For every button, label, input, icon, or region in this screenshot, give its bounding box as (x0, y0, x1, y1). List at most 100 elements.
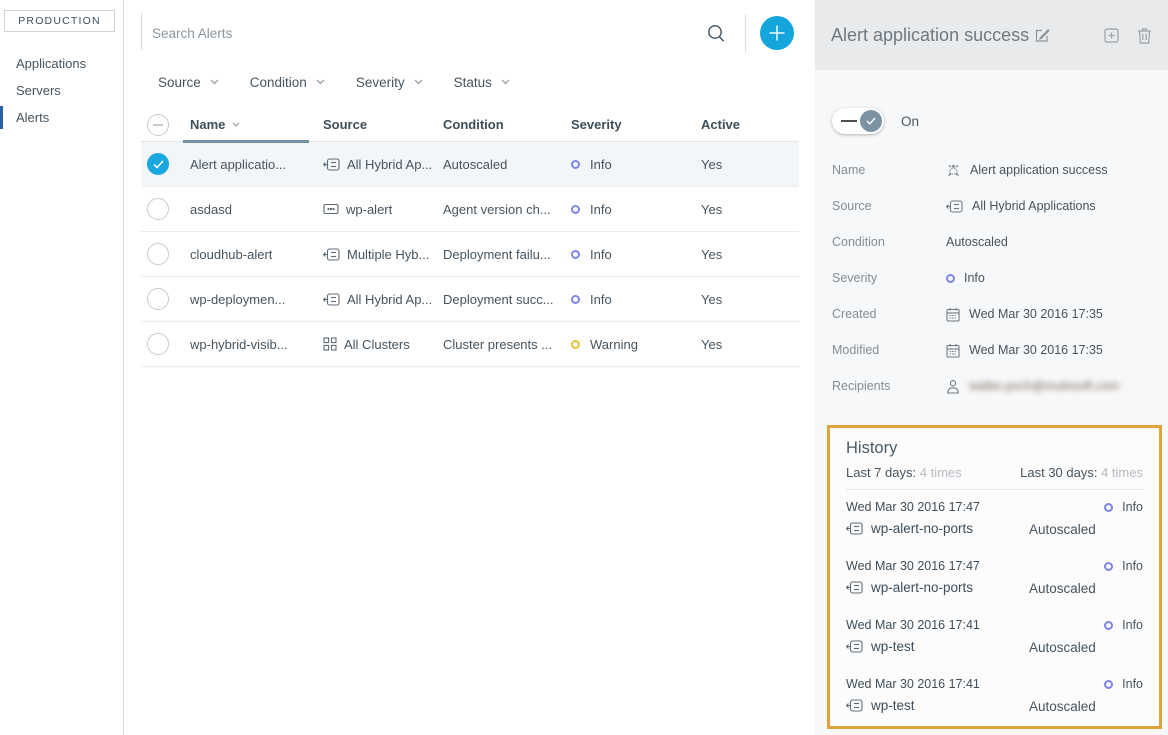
check-icon (153, 160, 164, 169)
sidebar-nav: Applications Servers Alerts (0, 50, 123, 131)
environment-label: PRODUCTION (18, 15, 101, 27)
alert-active: Yes (701, 202, 722, 217)
filter-label: Severity (356, 75, 405, 90)
field-recipients: Recipients walter.poch@mulesoft.com (832, 368, 1152, 404)
detail-title: Alert application success (831, 25, 1050, 46)
history-app: wp-test (871, 639, 915, 654)
column-header-name[interactable]: Name (183, 117, 323, 132)
history-date: Wed Mar 30 2016 17:47 (846, 500, 980, 514)
sidebar-item-alerts[interactable]: Alerts (0, 104, 123, 131)
field-label: Recipients (832, 379, 946, 393)
row-checkbox[interactable] (147, 243, 169, 265)
application-icon (323, 158, 340, 171)
edit-pencil-icon (1035, 28, 1050, 43)
alert-condition: Autoscaled (443, 157, 507, 172)
sidebar-item-servers[interactable]: Servers (0, 77, 123, 104)
history-last7-value: 4 times (920, 465, 962, 480)
history-app: wp-test (871, 698, 915, 713)
divider (745, 14, 746, 52)
severity-info-icon (1104, 562, 1113, 571)
column-header-condition[interactable]: Condition (443, 117, 571, 132)
field-value-severity: Info (964, 271, 985, 285)
history-severity: Info (1122, 559, 1143, 573)
alert-condition: Agent version ch... (443, 202, 551, 217)
field-label: Source (832, 199, 946, 213)
history-condition: Autoscaled (1029, 581, 1096, 596)
column-label: Name (190, 117, 225, 132)
duplicate-alert-button[interactable] (1103, 27, 1120, 44)
column-header-active[interactable]: Active (701, 117, 799, 132)
history-last30-label: Last 30 days: (1020, 465, 1097, 480)
application-icon (846, 581, 863, 594)
table-row[interactable]: asdasd wp-alert Agent version ch... Info… (141, 187, 799, 232)
history-condition: Autoscaled (1029, 640, 1096, 655)
table-row[interactable]: Alert applicatio... All Hybrid Ap... Aut… (141, 142, 799, 187)
field-value-source: All Hybrid Applications (972, 199, 1096, 213)
toggle-track (841, 120, 857, 122)
history-stats: Last 7 days: 4 times Last 30 days: 4 tim… (846, 465, 1143, 490)
field-condition: Condition Autoscaled (832, 224, 1152, 260)
search-button[interactable] (701, 18, 733, 50)
alert-source: Multiple Hyb... (347, 247, 429, 262)
search-input[interactable] (152, 18, 632, 48)
history-app: wp-alert-no-ports (871, 580, 973, 595)
history-entry: Wed Mar 30 2016 17:47 Info wp-alert-no-p… (846, 490, 1143, 549)
alert-active: Yes (701, 157, 722, 172)
add-alert-button[interactable] (760, 16, 794, 50)
alerts-table: Name Source Condition Severity Active (141, 108, 799, 367)
chevron-down-icon (316, 79, 325, 85)
select-all-checkbox[interactable] (147, 114, 169, 136)
field-value-recipients: walter.poch@mulesoft.com (969, 379, 1119, 393)
alert-active: Yes (701, 337, 722, 352)
row-checkbox[interactable] (147, 198, 169, 220)
column-header-source[interactable]: Source (323, 117, 443, 132)
sidebar-item-applications[interactable]: Applications (0, 50, 123, 77)
edit-title-button[interactable] (1035, 28, 1050, 43)
application-icon (323, 248, 340, 261)
filter-source[interactable]: Source (158, 75, 219, 90)
column-header-severity[interactable]: Severity (571, 117, 701, 132)
detail-header: Alert application success (815, 0, 1168, 70)
search-icon (705, 22, 729, 46)
table-row[interactable]: wp-deploymen... All Hybrid Ap... Deploym… (141, 277, 799, 322)
trash-icon (1137, 27, 1152, 44)
history-severity: Info (1122, 677, 1143, 691)
delete-alert-button[interactable] (1137, 27, 1152, 44)
filter-condition[interactable]: Condition (250, 75, 325, 90)
field-modified: Modified Wed Mar 30 2016 17:35 (832, 332, 1152, 368)
row-checkbox-checked[interactable] (147, 153, 169, 175)
alert-condition: Deployment failu... (443, 247, 551, 262)
table-row[interactable]: cloudhub-alert Multiple Hyb... Deploymen… (141, 232, 799, 277)
history-title: History (846, 439, 1143, 458)
history-last7-label: Last 7 days: (846, 465, 916, 480)
filter-status[interactable]: Status (454, 75, 510, 90)
row-checkbox[interactable] (147, 288, 169, 310)
application-icon (846, 640, 863, 653)
history-date: Wed Mar 30 2016 17:41 (846, 618, 980, 632)
field-label: Created (832, 307, 946, 321)
filter-severity[interactable]: Severity (356, 75, 423, 90)
history-section: History Last 7 days: 4 times Last 30 day… (827, 425, 1162, 729)
toggle-knob (860, 110, 882, 132)
history-entry: Wed Mar 30 2016 17:41 Info wp-test Autos… (846, 667, 1143, 726)
alert-enabled-toggle[interactable] (832, 108, 884, 134)
history-condition: Autoscaled (1029, 522, 1096, 537)
application-icon (323, 293, 340, 306)
history-date: Wed Mar 30 2016 17:41 (846, 677, 980, 691)
field-label: Modified (832, 343, 946, 357)
severity-info-icon (571, 295, 580, 304)
chevron-down-icon (501, 79, 510, 85)
environment-selector[interactable]: PRODUCTION (4, 10, 115, 32)
row-checkbox[interactable] (147, 333, 169, 355)
history-severity: Info (1122, 500, 1143, 514)
field-name: Name Alert application success (832, 152, 1152, 188)
field-created: Created Wed Mar 30 2016 17:35 (832, 296, 1152, 332)
alert-severity: Warning (590, 337, 638, 352)
calendar-icon (946, 343, 960, 358)
alert-name: cloudhub-alert (190, 247, 272, 262)
table-row[interactable]: wp-hybrid-visib... All Clusters Cluster … (141, 322, 799, 367)
severity-info-icon (1104, 621, 1113, 630)
alert-name: Alert applicatio... (190, 157, 286, 172)
alert-name: asdasd (190, 202, 232, 217)
severity-info-icon (571, 250, 580, 259)
